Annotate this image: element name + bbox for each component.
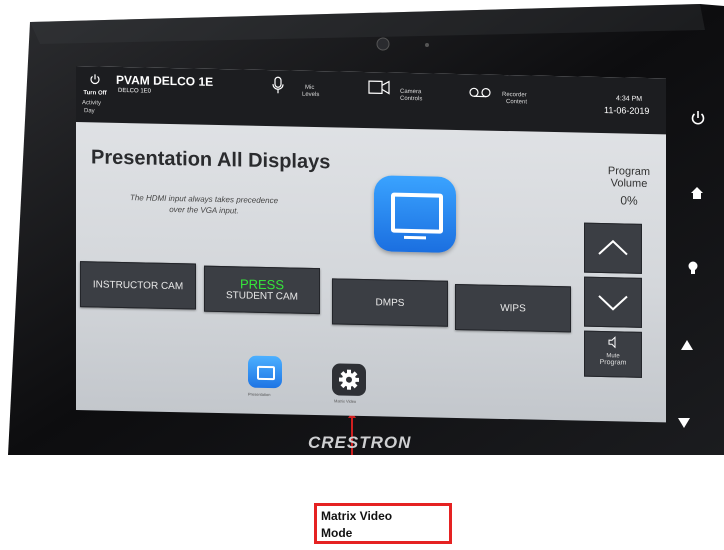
power-icon: [90, 74, 100, 85]
monitor-stand: [404, 235, 426, 240]
speaker-icon: [608, 336, 616, 349]
camera-controls-label-2: Controls: [400, 95, 423, 103]
gear-icon: [339, 369, 359, 390]
triangle-up-icon[interactable]: [681, 340, 693, 350]
source-label: STUDENT CAM: [225, 289, 299, 303]
triangle-down-icon[interactable]: [678, 418, 690, 428]
crestron-logo: CRESTRON: [308, 433, 412, 452]
top-bar: Turn Off PVAM DELCO 1E DELCO 1E0 Activit…: [76, 66, 666, 135]
power-label: Turn Off: [83, 90, 107, 97]
nav-matrix-video-button[interactable]: [332, 363, 366, 397]
mic-levels-label-2: Levels: [302, 91, 320, 99]
source-label: INSTRUCTOR CAM: [92, 278, 184, 292]
source-instructor-cam-button[interactable]: INSTRUCTOR CAM: [80, 261, 196, 310]
mic-levels-label-1: Mic: [305, 84, 315, 91]
light-bulb-icon[interactable]: [687, 261, 699, 275]
nav-matrix-video-label: Matrix Video: [334, 398, 357, 404]
mute-program-button[interactable]: Mute Program: [584, 330, 642, 378]
hdmi-hint-text: The HDMI input always takes precedence o…: [114, 192, 294, 218]
callout-line-1: Matrix Video: [321, 509, 393, 523]
volume-title-2: Volume: [610, 177, 648, 190]
chevron-down-icon: [598, 295, 628, 311]
chevron-up-icon: [598, 239, 628, 256]
clock-date: 11-06-2019: [604, 105, 650, 117]
source-label: DMPS: [375, 296, 405, 309]
source-label: WIPS: [500, 302, 526, 314]
page-title: Presentation All Displays: [91, 146, 331, 174]
room-title: PVAM DELCO 1E: [116, 72, 214, 89]
nav-presentation-label: Presentation: [248, 391, 271, 398]
power-button[interactable]: Turn Off: [82, 72, 108, 97]
source-dmps-button[interactable]: DMPS: [332, 278, 448, 327]
volume-level: 0%: [620, 193, 638, 208]
callout-line-2: Mode: [321, 526, 353, 540]
monitor-icon: [257, 365, 275, 381]
source-wips-button[interactable]: WIPS: [455, 283, 571, 333]
camera-icon: [368, 80, 390, 95]
home-icon[interactable]: [690, 186, 704, 200]
clock-time: 4:34 PM: [616, 95, 643, 103]
touch-panel-device: Turn Off PVAM DELCO 1E DELCO 1E0 Activit…: [0, 0, 724, 455]
volume-up-button[interactable]: [584, 222, 642, 274]
press-indicator: PRESS: [239, 275, 285, 292]
recorder-icon: [469, 87, 491, 98]
activity-label: Activity: [82, 100, 102, 107]
volume-down-button[interactable]: [584, 276, 642, 328]
camera-controls-label-1: Camera: [400, 88, 422, 96]
room-subtitle: DELCO 1E0: [118, 87, 152, 95]
matrix-video-mode-callout: Matrix Video Mode: [314, 503, 452, 544]
microphone-icon: [272, 76, 284, 94]
mic-levels-button[interactable]: [272, 76, 284, 99]
recorder-label-1: Recorder: [502, 91, 527, 99]
mute-label-2: Program: [599, 358, 627, 367]
touch-screen: Turn Off PVAM DELCO 1E DELCO 1E0 Activit…: [76, 66, 666, 423]
activity-value: Day: [84, 108, 95, 115]
camera-controls-button[interactable]: [368, 80, 390, 99]
presentation-display-icon: [374, 175, 456, 253]
nav-presentation-button[interactable]: [248, 355, 282, 389]
monitor-icon: [391, 192, 443, 234]
program-volume-panel: Program Volume 0%: [602, 165, 656, 208]
recorder-label-2: Content: [506, 99, 528, 106]
power-icon[interactable]: [690, 110, 706, 126]
recorder-button[interactable]: [469, 84, 491, 102]
source-student-cam-button[interactable]: PRESS STUDENT CAM: [204, 265, 320, 315]
volume-title-1: Program: [607, 165, 651, 179]
